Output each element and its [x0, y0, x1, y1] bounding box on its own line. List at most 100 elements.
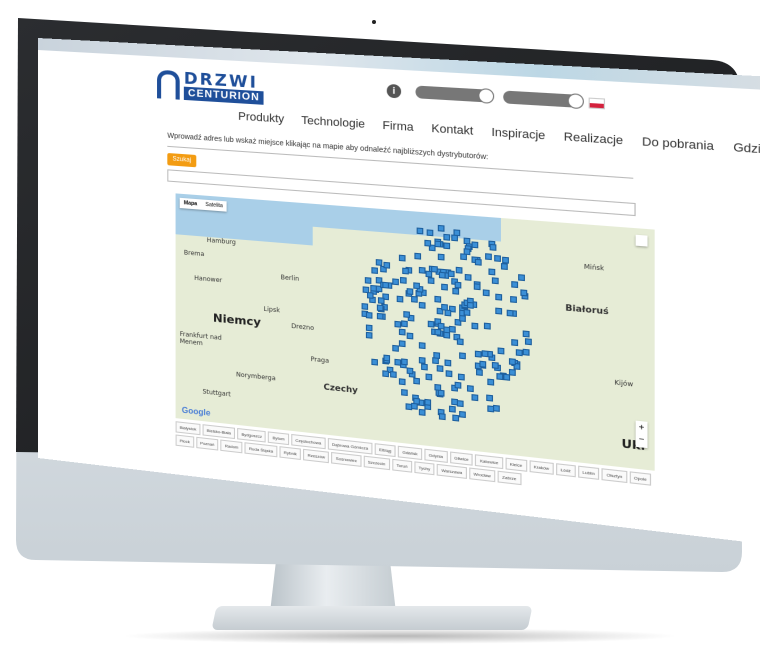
map-marker[interactable] — [407, 332, 414, 340]
map-marker[interactable] — [402, 267, 410, 275]
map-marker[interactable] — [491, 361, 499, 369]
map-marker[interactable] — [524, 338, 532, 346]
map-marker[interactable] — [383, 354, 390, 362]
map-marker[interactable] — [403, 311, 410, 319]
map-marker[interactable] — [465, 273, 472, 281]
map-marker[interactable] — [391, 345, 399, 353]
map-marker[interactable] — [463, 237, 471, 245]
city-button[interactable]: Rybnik — [279, 446, 302, 461]
map-marker[interactable] — [411, 295, 418, 303]
map-marker[interactable] — [494, 294, 502, 302]
map-marker[interactable] — [406, 367, 413, 375]
map-marker[interactable] — [520, 288, 528, 297]
map-marker[interactable] — [458, 373, 466, 381]
map-marker[interactable] — [463, 308, 471, 316]
map-marker[interactable] — [389, 371, 397, 379]
map-marker[interactable] — [456, 266, 463, 274]
map-marker[interactable] — [399, 254, 406, 262]
map-marker[interactable] — [500, 263, 508, 271]
map-marker[interactable] — [418, 408, 426, 416]
map-marker[interactable] — [509, 358, 517, 366]
map-marker[interactable] — [459, 315, 466, 323]
map-marker[interactable] — [438, 253, 445, 261]
map-marker[interactable] — [479, 360, 487, 368]
nav-item-produkty[interactable]: Produkty — [238, 110, 284, 125]
map-marker[interactable] — [506, 309, 514, 317]
map-marker[interactable] — [452, 288, 460, 296]
city-button[interactable]: Gdynia — [424, 448, 448, 463]
zoom-control[interactable]: + − — [635, 420, 648, 449]
map-marker[interactable] — [443, 234, 451, 242]
map-marker[interactable] — [454, 381, 462, 389]
map-marker[interactable] — [418, 342, 426, 350]
map-marker[interactable] — [444, 358, 451, 366]
map-marker[interactable] — [361, 303, 369, 311]
polish-flag-icon[interactable] — [588, 97, 606, 110]
map-marker[interactable] — [401, 320, 409, 328]
map-marker[interactable] — [438, 271, 446, 279]
city-button[interactable]: Częstochowa — [291, 433, 326, 450]
map-marker[interactable] — [425, 270, 433, 278]
map-marker[interactable] — [371, 359, 379, 367]
map-marker[interactable] — [394, 320, 402, 328]
map-marker[interactable] — [400, 389, 408, 397]
city-button[interactable]: Elbląg — [374, 443, 396, 458]
map-marker[interactable] — [471, 393, 479, 401]
map-marker[interactable] — [482, 288, 490, 296]
map-marker[interactable] — [401, 358, 408, 366]
map-marker[interactable] — [434, 240, 442, 247]
map-marker[interactable] — [366, 331, 373, 339]
map-marker[interactable] — [481, 350, 488, 358]
info-icon[interactable]: i — [386, 83, 402, 99]
map-marker[interactable] — [443, 326, 451, 334]
map-marker[interactable] — [424, 398, 431, 406]
map-marker[interactable] — [522, 329, 530, 338]
map-marker[interactable] — [486, 378, 494, 386]
map-marker[interactable] — [454, 281, 462, 289]
zoom-out-button[interactable]: − — [636, 433, 648, 446]
map-marker[interactable] — [382, 281, 390, 289]
map-marker[interactable] — [437, 224, 445, 232]
map-marker[interactable] — [471, 322, 479, 330]
map-marker[interactable] — [443, 242, 450, 249]
city-button[interactable]: Ruda Śląska — [244, 442, 278, 458]
map-marker[interactable] — [495, 307, 503, 315]
city-button[interactable]: Poznań — [196, 436, 219, 451]
map-marker[interactable] — [517, 274, 525, 282]
map-marker[interactable] — [467, 302, 474, 310]
map-marker[interactable] — [428, 320, 435, 328]
map-marker[interactable] — [412, 397, 420, 405]
map-marker[interactable] — [486, 394, 493, 403]
map-marker[interactable] — [418, 266, 426, 274]
map-marker[interactable] — [473, 283, 481, 291]
city-button[interactable]: Kraków — [529, 460, 554, 475]
city-button[interactable]: Płock — [175, 434, 194, 448]
city-button[interactable]: Katowice — [475, 454, 503, 470]
fullscreen-icon[interactable] — [635, 234, 648, 247]
city-button[interactable]: Lublin — [577, 465, 600, 480]
map-marker[interactable] — [414, 252, 422, 260]
map-marker[interactable] — [366, 324, 373, 332]
map-marker[interactable] — [488, 267, 496, 275]
map-marker[interactable] — [376, 303, 384, 311]
toggle-pill-2[interactable] — [503, 90, 584, 110]
map-marker[interactable] — [503, 373, 511, 382]
map-marker[interactable] — [426, 229, 433, 236]
map-marker[interactable] — [510, 296, 518, 304]
map-marker[interactable] — [444, 309, 452, 317]
map-marker[interactable] — [511, 280, 519, 288]
city-button[interactable]: Toruń — [392, 458, 412, 473]
map-marker[interactable] — [427, 277, 435, 285]
map-marker[interactable] — [416, 227, 423, 235]
map-marker[interactable] — [483, 322, 491, 330]
city-button[interactable]: Warszawa — [436, 463, 467, 479]
map-marker[interactable] — [449, 405, 456, 413]
map-marker[interactable] — [392, 278, 399, 285]
map-marker[interactable] — [424, 240, 432, 247]
map-marker[interactable] — [434, 328, 442, 336]
map-marker[interactable] — [515, 349, 523, 357]
map-marker[interactable] — [459, 352, 466, 360]
city-button[interactable]: Rzeszów — [303, 448, 330, 464]
nav-item-firma[interactable]: Firma — [383, 119, 414, 134]
city-button[interactable]: Bielsko-Biała — [202, 424, 236, 440]
